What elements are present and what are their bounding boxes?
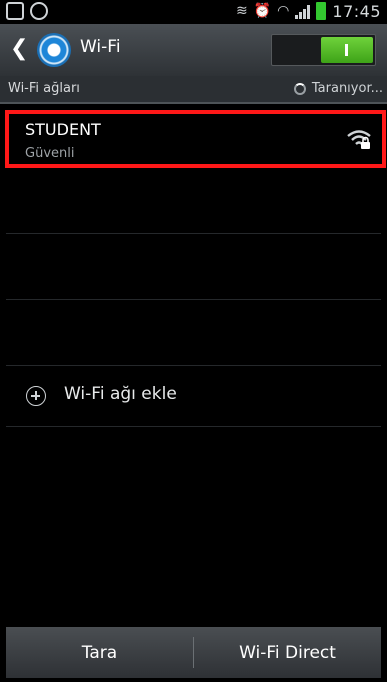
network-ssid: STUDENT xyxy=(25,120,101,139)
gallery-notification-icon xyxy=(6,2,24,20)
add-network-button[interactable]: Wi-Fi ağı ekle xyxy=(6,366,381,426)
status-bar-system: ≋ ⏰ ◠ 17:45 xyxy=(236,1,381,21)
page-title: Wi-Fi xyxy=(80,37,121,57)
status-bar: ≋ ⏰ ◠ 17:45 xyxy=(0,0,387,24)
chevron-left-icon[interactable]: ❮ xyxy=(10,37,28,61)
network-item-student[interactable]: STUDENT Güvenli xyxy=(5,110,386,168)
plus-circle-icon xyxy=(26,386,46,406)
action-bar: ❮ Wi-Fi xyxy=(0,24,387,76)
status-time: 17:45 xyxy=(332,1,381,21)
toggle-knob xyxy=(321,37,373,63)
scan-status: Taranıyor... xyxy=(293,81,383,96)
list-divider xyxy=(6,426,381,427)
list-divider xyxy=(6,299,381,300)
signal-icon xyxy=(295,3,311,19)
nfc-icon: ≋ xyxy=(236,3,248,19)
spinner-icon xyxy=(293,82,306,95)
settings-gear-icon[interactable] xyxy=(37,33,71,67)
alarm-icon: ⏰ xyxy=(253,3,272,19)
wifi-toggle[interactable] xyxy=(271,34,376,66)
whatsapp-notification-icon xyxy=(30,2,48,20)
scan-status-text: Taranıyor... xyxy=(311,81,383,96)
list-divider xyxy=(6,233,381,234)
section-label: Wi-Fi ağları xyxy=(8,81,80,96)
network-security-status: Güvenli xyxy=(25,146,75,161)
scan-button[interactable]: Tara xyxy=(6,627,193,678)
battery-icon xyxy=(316,2,327,20)
add-network-label: Wi-Fi ağı ekle xyxy=(64,384,177,404)
wifi-locked-icon xyxy=(347,130,371,149)
section-header: Wi-Fi ağları Taranıyor... xyxy=(0,76,387,104)
wifi-status-icon: ◠ xyxy=(277,3,290,19)
wifi-direct-button[interactable]: Wi-Fi Direct xyxy=(194,627,381,678)
status-bar-notifications xyxy=(6,2,48,20)
bottom-action-bar: Tara Wi-Fi Direct xyxy=(6,627,381,678)
